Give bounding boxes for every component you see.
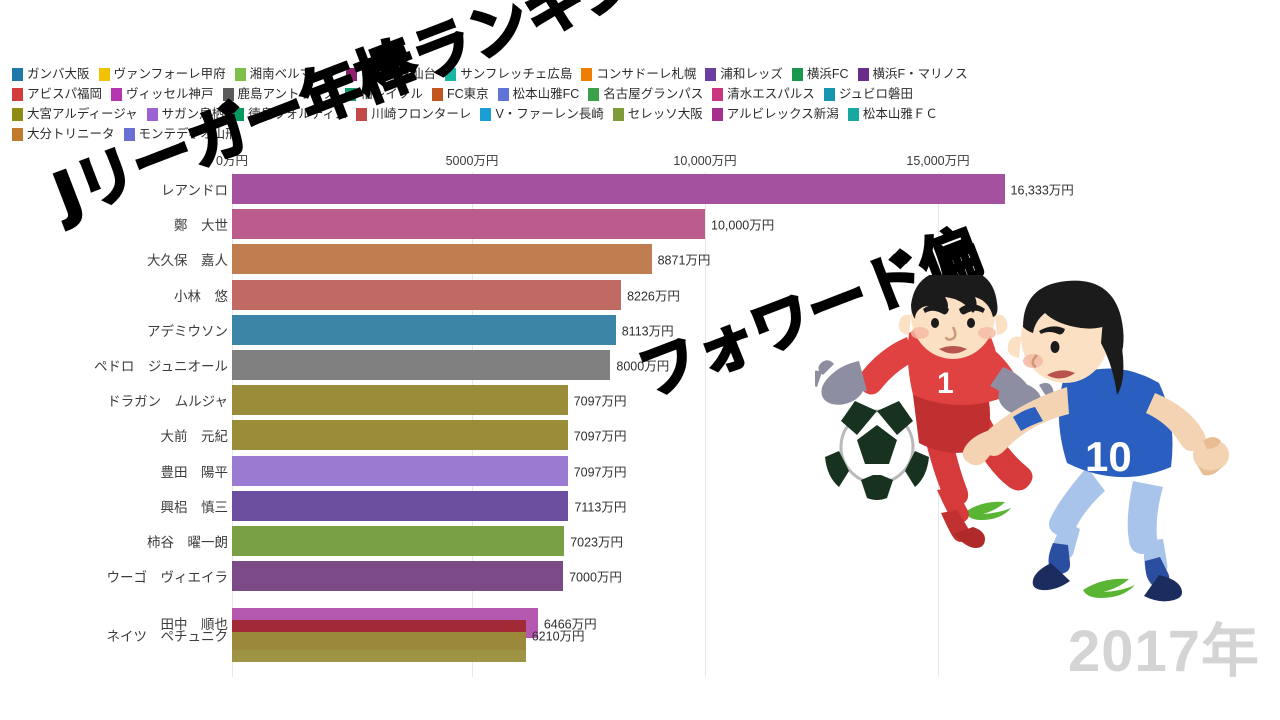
bar-value-label: 7097万円 (573, 394, 627, 409)
legend-color-swatch (705, 67, 717, 81)
legend-color-swatch (12, 67, 23, 81)
bar-category-label: 大久保 嘉人 (147, 253, 228, 269)
bar-value-label: 7113万円 (574, 500, 627, 515)
bar-value-label: 8871万円 (657, 253, 711, 268)
bar (232, 632, 526, 663)
legend-item-label: セレッソ大阪 (627, 106, 703, 121)
bar (232, 455, 568, 486)
svg-text:10: 10 (1085, 433, 1132, 480)
bar-value-label: 16,333万円 (1010, 183, 1074, 198)
bar-row: 鄭 大世 10,000万円 (0, 209, 1280, 240)
legend-item[interactable]: 名古屋グランパス (588, 86, 704, 101)
bar (232, 420, 568, 451)
legend-color-swatch (98, 67, 110, 81)
bar (232, 490, 569, 521)
legend-color-swatch (581, 67, 593, 81)
legend-item-label: V・ファーレン長崎 (495, 106, 604, 121)
bar-row: 大久保 嘉人 8871万円 (0, 244, 1280, 275)
bar (232, 209, 705, 240)
legend-color-swatch (12, 127, 23, 141)
bar-category-label: ペドロ ジュニオール (93, 359, 228, 374)
legend-item-label: 大宮アルディージャ (27, 106, 138, 121)
legend-color-swatch (823, 87, 835, 101)
legend-color-swatch (612, 107, 624, 121)
legend-color-swatch (111, 87, 123, 101)
legend-color-swatch (480, 107, 492, 121)
bar-value-label: 8226万円 (627, 289, 680, 304)
bar-category-label: 興梠 慎三 (160, 499, 229, 515)
legend-color-swatch (712, 87, 724, 101)
bar (232, 174, 1005, 204)
legend-row: ガンバ大阪 ヴァンフォーレ甲府 湘南ベルマーレ ベガルタ仙台 サンフレッチェ広島 コンサド… (12, 64, 1268, 84)
bar (232, 526, 565, 556)
bar-category-label: 豊田 陽平 (160, 464, 229, 480)
legend-color-swatch (12, 87, 23, 101)
bar (232, 385, 568, 416)
legend-item-label: ヴァンフォーレ甲府 (113, 66, 226, 81)
x-axis-tick-label: 10,000万円 (673, 154, 737, 168)
legend-item[interactable]: アルビレックス新潟 (711, 106, 839, 121)
bar (232, 314, 616, 345)
legend-item[interactable]: セレッソ大阪 (612, 106, 703, 121)
bar (232, 561, 564, 592)
x-axis-tick-label: 15,000万円 (906, 154, 970, 168)
bar-value-label: 7097万円 (573, 465, 627, 480)
legend-item-label: コンサドーレ札幌 (596, 66, 697, 81)
svg-text:1: 1 (937, 367, 954, 400)
legend-color-swatch (588, 87, 600, 101)
bar-value-label: 7097万円 (573, 429, 627, 444)
legend-item-label: 横浜F・マリノス (872, 66, 968, 81)
legend-item[interactable]: 松本山雅ＦＣ (847, 106, 938, 121)
legend-item-label: 松本山雅FC (512, 86, 580, 101)
bar-category-label: ウーゴ ヴィエイラ (106, 570, 229, 586)
bar-value-label: 10,000万円 (711, 218, 775, 233)
legend-item[interactable]: ジュビロ磐田 (823, 86, 913, 101)
legend-item[interactable]: 大宮アルディージャ (12, 106, 138, 121)
legend-color-swatch (12, 107, 23, 121)
bar (232, 244, 652, 275)
legend-item[interactable]: ガンバ大阪 (12, 66, 90, 81)
legend-item[interactable]: V・ファーレン長崎 (480, 106, 604, 121)
legend-item-label: アルビレックス新潟 (726, 106, 839, 121)
legend-item[interactable]: ヴァンフォーレ甲府 (98, 66, 226, 81)
legend-color-swatch (497, 87, 509, 101)
legend-color-swatch (847, 107, 859, 121)
video-frame: ガンバ大阪 ヴァンフォーレ甲府 湘南ベルマーレ ベガルタ仙台 サンフレッチェ広島 コンサド… (0, 0, 1280, 720)
legend-color-swatch (857, 67, 869, 81)
bar-value-label: 7000万円 (569, 570, 622, 585)
legend-item[interactable]: 横浜FC (791, 66, 849, 81)
legend-color-swatch (791, 67, 803, 81)
year-label: 2017年 (1067, 619, 1260, 684)
legend-item[interactable]: アビスパ福岡 (12, 86, 103, 101)
bar (232, 279, 622, 310)
legend-item[interactable]: 横浜F・マリノス (857, 66, 968, 81)
legend-item-label: 横浜FC (806, 66, 849, 81)
x-axis-tick-label: 5000万円 (445, 154, 499, 168)
legend-item-label: ガンバ大阪 (27, 66, 90, 81)
soccer-players-illustration: 1 10 (815, 275, 1229, 602)
legend-item[interactable]: コンサドーレ札幌 (581, 66, 697, 81)
legend-item-label: ジュビロ磐田 (838, 86, 913, 101)
bar-category-label: 柿谷 曜一朗 (147, 535, 228, 550)
legend-item[interactable]: 浦和レッズ (705, 66, 783, 81)
legend-color-swatch (711, 107, 723, 121)
bar-category-label: 小林 悠 (174, 288, 228, 304)
bar-category-label: アデミウソン (147, 323, 228, 339)
bar-category-label: ドラガン ムルジャ (107, 394, 228, 410)
legend-item[interactable]: 清水エスパルス (712, 86, 815, 101)
legend-item[interactable]: 松本山雅FC (497, 86, 580, 101)
bar-category-label: 大前 元紀 (160, 429, 229, 445)
bar (232, 350, 611, 380)
bar-category-label: 鄭 大世 (174, 218, 228, 234)
legend-item-label: 名古屋グランパス (603, 86, 704, 101)
bar-value-label: 7023万円 (570, 535, 623, 550)
legend-item-label: アビスパ福岡 (27, 86, 103, 101)
legend-item-label: 清水エスパルス (727, 86, 815, 101)
legend-item-label: 浦和レッズ (720, 66, 783, 81)
legend-item-label: FC東京 (446, 86, 489, 101)
legend-item-label: 松本山雅ＦＣ (862, 106, 938, 121)
